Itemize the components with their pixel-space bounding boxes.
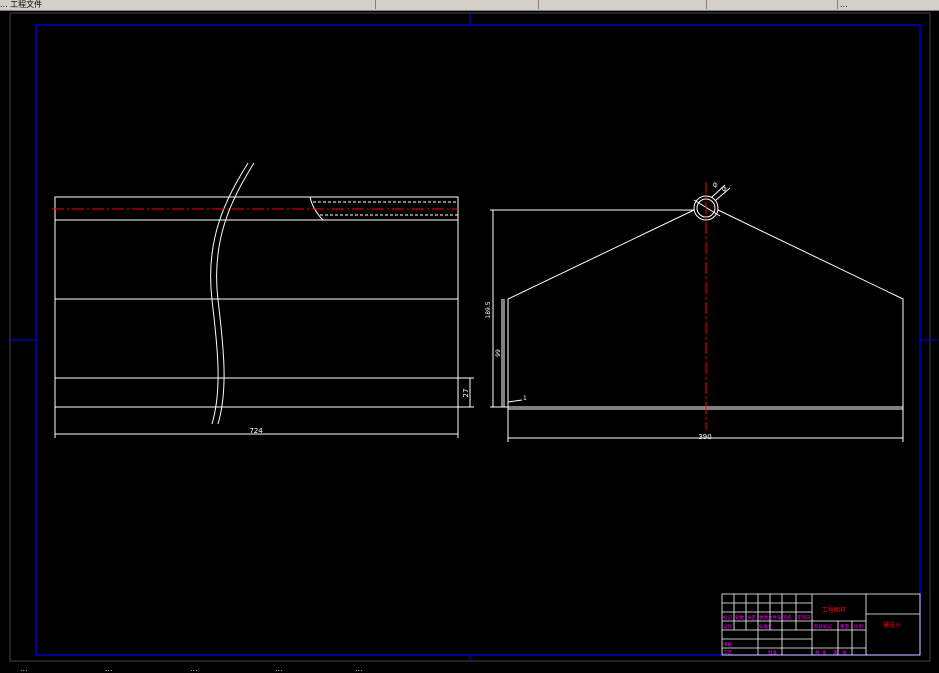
taskbar-item-5[interactable]: ... — [840, 0, 939, 9]
tb-cell-8: 阶段标记 — [814, 623, 832, 630]
hole-label-2: Ø — [720, 185, 728, 193]
tb-cell-16: 第 — [833, 649, 838, 656]
tb-cell-12: 工艺 — [723, 650, 732, 656]
bottom-item-5[interactable]: ... — [355, 664, 363, 673]
tb-cell-4: 签名 — [783, 614, 792, 621]
front-view-outline — [54, 196, 459, 408]
tb-cell-7: 标准化 — [759, 623, 773, 630]
taskbar-item-1[interactable]: ... 工程文件 — [0, 0, 376, 9]
tb-cell-13: 批准 — [768, 649, 777, 656]
dim-text-27: 27 — [462, 389, 470, 398]
tb-cell-11: 审核 — [723, 641, 732, 648]
bottom-item-3[interactable]: ... — [190, 664, 198, 673]
dim-text-99: 99 — [495, 349, 502, 357]
tb-cell-6: 设计 — [723, 623, 732, 630]
dim-text-1895: 189.5 — [485, 301, 492, 318]
taskbar-item-3[interactable] — [541, 0, 707, 9]
tb-cell-10: 比例 — [854, 623, 863, 630]
break-line-2 — [216, 162, 255, 425]
tb-cell-0: 标记 — [723, 614, 732, 621]
title-block-drawing-number: 输送斗 — [883, 621, 901, 629]
bottom-item-2[interactable]: ... — [105, 664, 113, 673]
bottom-item-1[interactable]: ... — [20, 664, 28, 673]
drawing-frame — [35, 24, 921, 656]
tb-cell-1: 处数 — [735, 614, 744, 621]
dim-leader-1 — [507, 399, 523, 403]
tb-cell-14: 共 — [815, 649, 820, 656]
side-view — [490, 184, 904, 442]
dim-text-724: 724 — [249, 427, 263, 435]
bottom-status-strip: ... ... ... ... ... — [0, 664, 939, 673]
hole-label-1: Ø — [711, 181, 719, 189]
break-line-1 — [210, 162, 249, 425]
side-view-left-edge — [507, 209, 695, 407]
dim-text-390: 390 — [698, 433, 711, 441]
cad-drawing[interactable]: 724 27 189.5 99 1 390 Ø Ø 工程图样 输送斗 标记 处数… — [0, 10, 939, 664]
dim-text-1: 1 — [523, 395, 527, 402]
title-block-title: 工程图样 — [822, 606, 846, 614]
side-view-right-edge — [717, 209, 904, 407]
tb-cell-15: 张 — [822, 649, 827, 656]
title-block-cells: 标记 处数 分区 更改文件号 签名 年月日 设计 标准化 阶段标记 重量 比例 … — [723, 614, 863, 656]
tb-cell-17: 张 — [842, 649, 847, 656]
taskbar-item-2[interactable] — [378, 0, 539, 9]
tb-cell-2: 分区 — [747, 614, 756, 621]
tb-cell-5: 年月日 — [797, 614, 811, 621]
sheet-outline — [9, 12, 931, 662]
bottom-item-4[interactable]: ... — [275, 664, 283, 673]
taskbar-item-4[interactable] — [709, 0, 838, 9]
front-view — [54, 162, 474, 438]
tb-cell-9: 重量 — [840, 623, 849, 630]
tb-cell-3: 更改文件号 — [759, 614, 782, 621]
